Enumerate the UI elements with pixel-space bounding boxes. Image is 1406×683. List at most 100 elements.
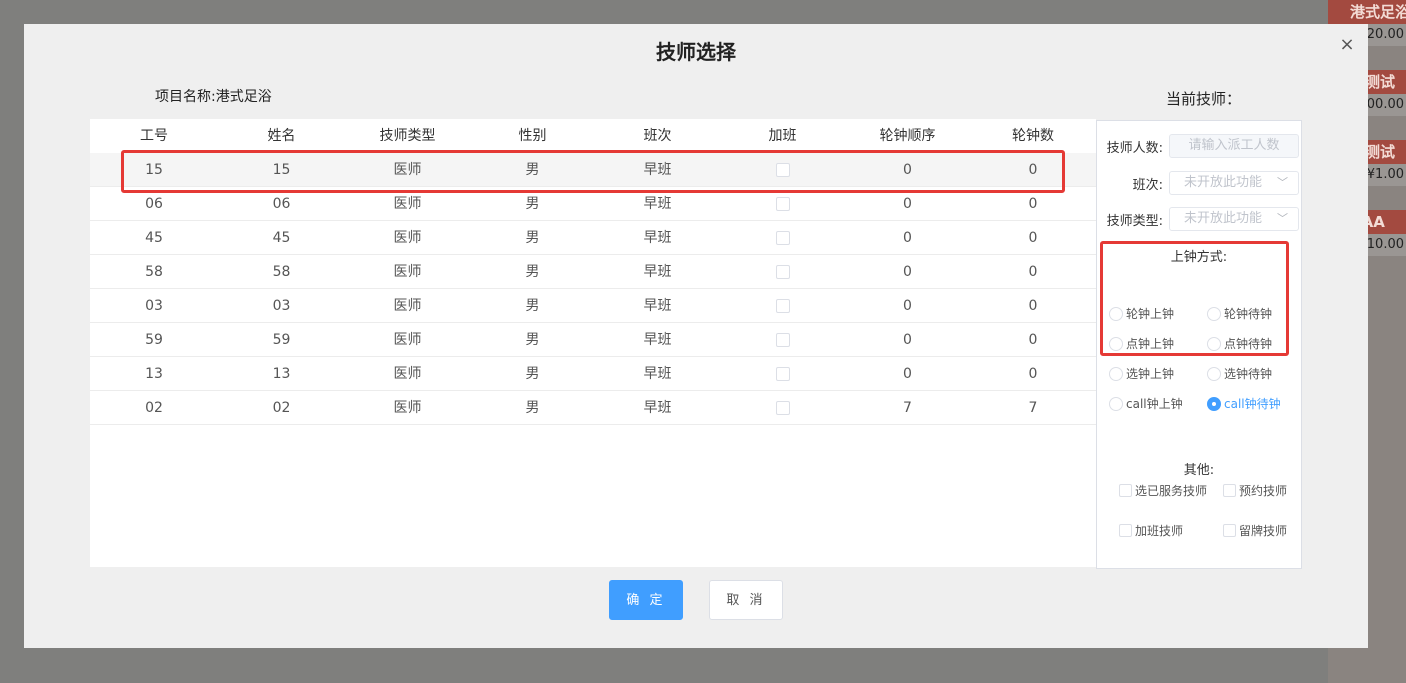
other-reserved-technician[interactable]: 预约技师: [1223, 482, 1287, 499]
table-row[interactable]: 02 02 医师 男 早班 7 7: [90, 391, 1096, 425]
cell-gender: 男: [525, 332, 540, 348]
cell-rotation-count: 0: [1028, 332, 1038, 348]
cell-rotation-order: 7: [903, 400, 912, 416]
cell-type: 医师: [393, 332, 422, 348]
mode-label: 选钟上钟: [1126, 367, 1175, 381]
table-row[interactable]: 59 59 医师 男 早班 0 0: [90, 323, 1096, 357]
overtime-checkbox[interactable]: [775, 299, 790, 313]
cell-type: 医师: [393, 264, 422, 280]
mode-label: 选钟待钟: [1224, 367, 1273, 381]
cell-type: 医师: [393, 400, 422, 416]
overtime-checkbox[interactable]: [775, 401, 790, 415]
cell-id: 58: [145, 264, 163, 280]
header-id: 工号: [140, 128, 168, 144]
mode-label: call钟上钟: [1126, 397, 1183, 411]
cell-overtime: [720, 391, 845, 424]
current-technician-label: 当前技师：: [1166, 90, 1242, 108]
cell-id: 13: [145, 366, 163, 382]
overtime-checkbox[interactable]: [775, 367, 790, 381]
cell-id: 45: [145, 230, 163, 246]
header-gender: 性别: [518, 128, 547, 144]
table-row[interactable]: 45 45 医师 男 早班 0 0: [90, 221, 1096, 255]
cell-gender: 男: [525, 366, 540, 382]
cell-rotation-count: 0: [1028, 298, 1038, 314]
shift-select[interactable]: 未开放此功能 ﹀: [1169, 171, 1299, 195]
header-rotation-count: 轮钟数: [1012, 128, 1054, 144]
technician-select-dialog: 技师选择 × 项目名称:港式足浴 当前技师： 工号 姓名 技师类型 性别 班次 …: [24, 24, 1368, 648]
cell-rotation-order: 0: [903, 230, 912, 246]
checkbox-icon: [1119, 484, 1132, 497]
cell-rotation-order: 0: [903, 332, 912, 348]
mode-highlight-box: [1100, 241, 1289, 356]
technician-type-label: 技师类型:: [1106, 213, 1163, 229]
header-name: 姓名: [267, 128, 296, 144]
table-row[interactable]: 58 58 医师 男 早班 0 0: [90, 255, 1096, 289]
cell-rotation-count: 0: [1028, 264, 1038, 280]
radio-checked-icon: [1207, 396, 1221, 411]
cell-id: 02: [145, 400, 163, 416]
overtime-checkbox[interactable]: [775, 333, 790, 347]
cell-type: 医师: [393, 230, 422, 246]
overtime-checkbox[interactable]: [775, 265, 790, 279]
table-row[interactable]: 03 03 医师 男 早班 0 0: [90, 289, 1096, 323]
cell-gender: 男: [525, 298, 540, 314]
dialog-title: 技师选择: [656, 40, 736, 64]
checkbox-icon: [1119, 524, 1132, 537]
radio-icon: [1207, 366, 1221, 381]
technician-type-select-value: 未开放此功能: [1184, 211, 1263, 226]
close-icon[interactable]: ×: [1338, 36, 1356, 54]
cell-rotation-order: 0: [903, 264, 912, 280]
cell-rotation-count: 7: [1028, 400, 1038, 416]
technician-count-input[interactable]: 请输入派工人数: [1169, 134, 1299, 158]
background-card-title: 港式足浴: [1328, 0, 1406, 24]
row-highlight-box: [121, 150, 1065, 193]
cell-overtime: [720, 323, 845, 356]
cell-name: 58: [272, 264, 291, 280]
checkbox-icon: [1223, 484, 1236, 497]
cell-shift: 早班: [643, 332, 672, 348]
radio-icon: [1109, 366, 1123, 381]
technician-type-select[interactable]: 未开放此功能 ﹀: [1169, 207, 1299, 231]
other-retained-technician[interactable]: 留牌技师: [1223, 522, 1287, 539]
cell-overtime: [720, 289, 845, 322]
other-overtime-technician[interactable]: 加班技师: [1119, 522, 1183, 539]
other-label: 加班技师: [1135, 524, 1184, 538]
cell-gender: 男: [525, 264, 540, 280]
other-title: 其他:: [1183, 463, 1215, 478]
cell-rotation-order: 0: [903, 298, 912, 314]
checkbox-icon: [1223, 524, 1236, 537]
mode-label: call钟待钟: [1224, 397, 1281, 411]
mode-call-start[interactable]: call钟上钟: [1109, 395, 1183, 412]
cell-overtime: [720, 255, 845, 288]
shift-select-value: 未开放此功能: [1184, 175, 1263, 190]
cell-name: 03: [272, 298, 291, 314]
cell-name: 59: [272, 332, 291, 348]
radio-icon: [1109, 396, 1123, 411]
cell-id: 03: [145, 298, 163, 314]
table-header: 工号 姓名 技师类型 性别 班次 加班 轮钟顺序 轮钟数: [90, 119, 1096, 153]
overtime-checkbox[interactable]: [775, 231, 790, 245]
shift-label: 班次:: [1132, 177, 1163, 193]
header-rotation-order: 轮钟顺序: [879, 128, 936, 144]
cell-overtime: [720, 221, 845, 254]
cell-overtime: [720, 357, 845, 390]
technician-count-field: 技师人数: 请输入派工人数: [1097, 134, 1299, 158]
cell-shift: 早班: [643, 264, 672, 280]
confirm-button[interactable]: 确 定: [609, 580, 683, 620]
cell-rotation-order: 0: [903, 366, 912, 382]
project-name-label: 项目名称:港式足浴: [155, 89, 272, 105]
overtime-checkbox[interactable]: [775, 197, 790, 211]
other-served-technician[interactable]: 选已服务技师: [1119, 482, 1207, 499]
cell-name: 02: [272, 400, 291, 416]
cancel-button[interactable]: 取 消: [709, 580, 783, 620]
table-row[interactable]: 13 13 医师 男 早班 0 0: [90, 357, 1096, 391]
mode-call-wait[interactable]: call钟待钟: [1207, 395, 1281, 412]
cell-type: 医师: [393, 298, 422, 314]
mode-select-wait[interactable]: 选钟待钟: [1207, 365, 1272, 382]
header-type: 技师类型: [379, 128, 436, 144]
cell-rotation-count: 0: [1028, 366, 1038, 382]
cell-name: 45: [272, 230, 291, 246]
cell-type: 医师: [393, 366, 422, 382]
mode-select-start[interactable]: 选钟上钟: [1109, 365, 1174, 382]
shift-field: 班次: 未开放此功能 ﹀: [1097, 171, 1299, 195]
